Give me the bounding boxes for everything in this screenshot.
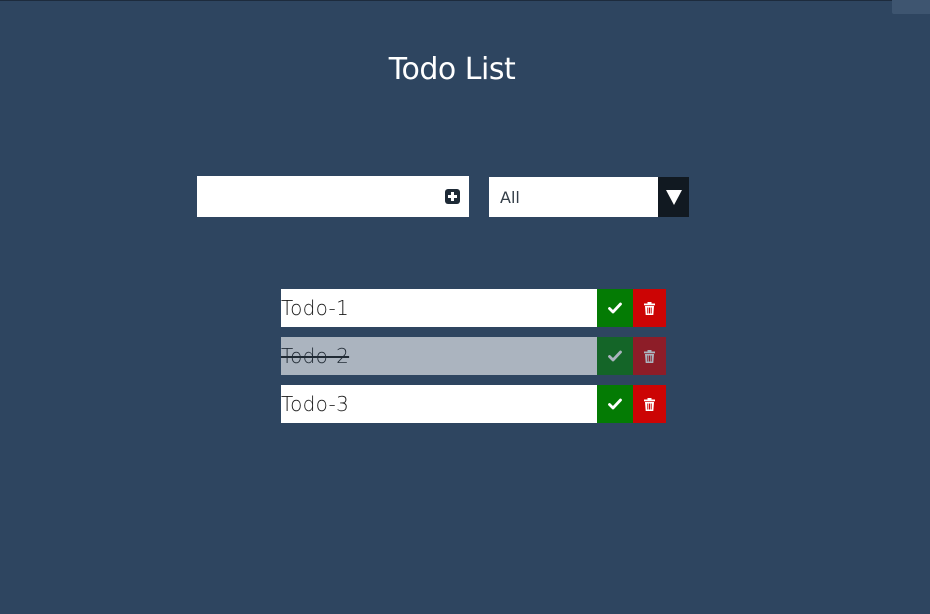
corner-widget — [892, 0, 930, 14]
complete-button[interactable] — [597, 385, 633, 423]
complete-button[interactable] — [597, 337, 633, 375]
delete-button[interactable] — [633, 337, 666, 375]
check-icon — [608, 350, 622, 362]
todo-text: Todo-1 — [281, 296, 350, 320]
caret-down-icon — [665, 189, 682, 205]
todo-item: Todo-2 — [281, 337, 666, 375]
filter-selected-value: All — [500, 187, 520, 207]
todo-item: Todo-1 — [281, 289, 666, 327]
trash-icon — [644, 397, 655, 411]
todo-list: Todo-1 Todo-2 Todo-3 — [281, 289, 666, 433]
delete-button[interactable] — [633, 385, 666, 423]
plus-square-icon — [444, 189, 460, 204]
todo-input[interactable] — [197, 176, 435, 217]
check-icon — [608, 398, 622, 410]
add-todo-button[interactable] — [435, 176, 469, 217]
todo-item: Todo-3 — [281, 385, 666, 423]
todo-form — [197, 176, 469, 217]
filter-dropdown-button[interactable] — [658, 177, 689, 217]
filter-select[interactable]: All — [489, 177, 689, 217]
todo-text: Todo-2 — [281, 344, 350, 368]
delete-button[interactable] — [633, 289, 666, 327]
top-border — [0, 0, 930, 1]
check-icon — [608, 302, 622, 314]
complete-button[interactable] — [597, 289, 633, 327]
todo-text: Todo-3 — [281, 392, 350, 416]
trash-icon — [644, 349, 655, 363]
page-title: Todo List — [388, 52, 516, 87]
trash-icon — [644, 301, 655, 315]
